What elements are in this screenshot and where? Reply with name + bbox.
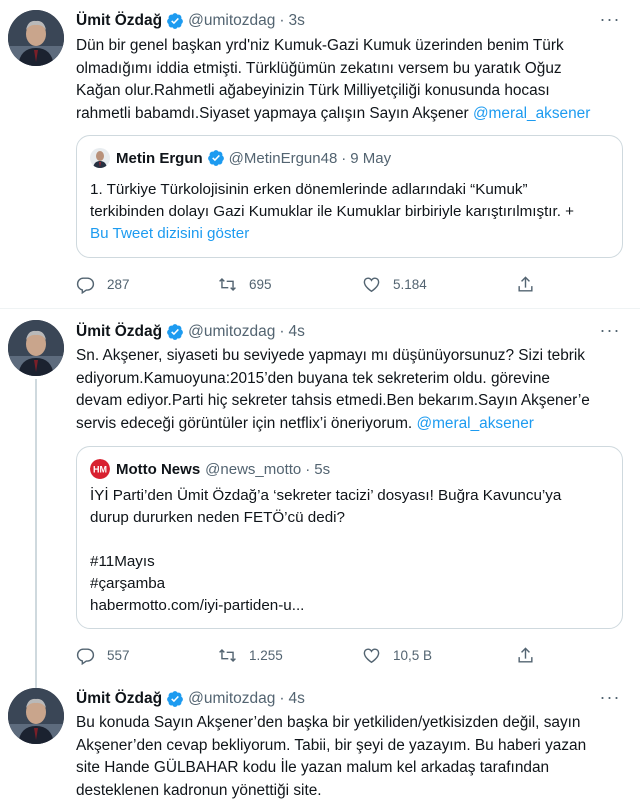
reply-icon	[76, 276, 95, 294]
avatar[interactable]	[8, 688, 64, 744]
text-line-content: servis edeceği görüntüler için netflix’i…	[76, 414, 417, 432]
retweet-button[interactable]: 1.255	[218, 643, 283, 667]
retweet-button[interactable]: 695	[218, 272, 272, 296]
author-handle[interactable]: @umitozdag	[188, 323, 275, 341]
avatar[interactable]	[8, 10, 64, 66]
like-count: 10,5 B	[393, 647, 433, 663]
reply-button[interactable]: 557	[76, 643, 130, 667]
quoted-tweet[interactable]: Metin Ergun @MetinErgun48 · 9 May 1. Tür…	[76, 135, 623, 258]
share-icon	[518, 646, 533, 663]
like-button[interactable]: 10,5 B	[362, 643, 432, 667]
avatar[interactable]	[8, 320, 64, 376]
verified-badge-icon	[166, 690, 184, 708]
retweet-count: 695	[249, 276, 272, 292]
tweet[interactable]: Ümit Özdağ @umitozdag · 4s ··· Sn. Akşen…	[0, 309, 640, 689]
quoted-author-handle: @MetinErgun48	[228, 149, 338, 167]
author-handle[interactable]: @umitozdag	[188, 12, 275, 30]
separator-dot: ·	[305, 460, 311, 478]
author-name[interactable]: Ümit Özdağ	[76, 12, 162, 30]
tweet-header: Ümit Özdağ @umitozdag · 4s	[76, 321, 305, 343]
text-line-empty	[90, 529, 610, 551]
text-line-content: rahmetli babamdı.Siyaset yapmaya çalışın…	[76, 104, 473, 122]
hashtag: #11Mayıs	[90, 553, 155, 570]
article-url: habermotto.com/iyi-partiden-u...	[90, 597, 305, 614]
like-count: 5.184	[393, 276, 427, 292]
svg-text:HM: HM	[93, 465, 107, 475]
text-line: Akşener’den cevap bekliyorum. Tabii, bir…	[76, 736, 587, 754]
tweet[interactable]: Ümit Özdağ @umitozdag · 3s ··· Dün bir g…	[0, 0, 640, 308]
like-button[interactable]: 5.184	[362, 272, 427, 296]
quoted-tweet-header: HM Motto News @news_motto · 5s	[90, 459, 330, 479]
more-dots-icon[interactable]: ···	[598, 10, 622, 34]
tweet-text: Sn. Akşener, siyaseti bu seviyede yapmay…	[76, 345, 616, 435]
quoted-author-name: Metin Ergun	[116, 149, 203, 167]
text-line: ediyorum.Kamuoyuna:2015’den buyana tek s…	[76, 369, 550, 387]
more-dots-icon[interactable]: ···	[598, 688, 622, 712]
tweet-header: Ümit Özdağ @umitozdag · 4s	[76, 688, 305, 710]
author-name[interactable]: Ümit Özdağ	[76, 323, 162, 341]
verified-badge-icon	[166, 323, 184, 341]
quoted-tweet-header: Metin Ergun @MetinErgun48 · 9 May	[90, 148, 391, 168]
share-button[interactable]	[516, 272, 547, 296]
heart-icon	[363, 276, 380, 292]
text-line: durup dururken neden FETÖ’cü dedi?	[90, 509, 345, 526]
share-icon	[518, 275, 533, 292]
tweet-text: Dün bir genel başkan yrd'niz Kumuk-Gazi …	[76, 35, 616, 125]
quoted-tweet-text: İYİ Parti’den Ümit Özdağ’a ‘sekreter tac…	[90, 485, 610, 617]
quoted-tweet[interactable]: HM Motto News @news_motto · 5s İYİ Parti…	[76, 446, 623, 629]
text-line: rahmetli babamdı.Siyaset yapmaya çalışın…	[76, 103, 616, 126]
quoted-tweet-text: 1. Türkiye Türkolojisinin erken dönemler…	[90, 179, 610, 245]
retweet-icon	[219, 648, 236, 662]
more-dots-icon[interactable]: ···	[598, 321, 622, 345]
tweet[interactable]: Ümit Özdağ @umitozdag · 4s ··· Bu konuda…	[0, 680, 640, 802]
timestamp[interactable]: 3s	[289, 12, 305, 30]
quoted-avatar: HM	[90, 459, 110, 479]
separator-dot: ·	[279, 690, 285, 707]
reply-button[interactable]: 287	[76, 272, 130, 296]
text-line: olmadığımı iddia etmişti. Türklüğümün ze…	[76, 59, 562, 77]
text-line: devam ediyor.Parti hiç sekreter tahsis e…	[76, 392, 590, 409]
separator-dot: ·	[279, 12, 285, 29]
show-thread-link[interactable]: Bu Tweet dizisini göster	[90, 223, 610, 245]
author-handle[interactable]: @umitozdag	[188, 690, 275, 708]
thread-line	[35, 379, 37, 689]
separator-dot: ·	[279, 323, 285, 340]
share-button[interactable]	[516, 643, 547, 667]
author-name[interactable]: Ümit Özdağ	[76, 690, 162, 708]
quoted-timestamp: 5s	[314, 460, 331, 478]
reply-count: 287	[107, 276, 130, 292]
text-line: Kağan olur.Rahmetli ağabeyinizin Türk Mi…	[76, 82, 550, 99]
hashtag: #çarşamba	[90, 575, 166, 592]
reply-icon	[76, 647, 95, 665]
heart-icon	[363, 647, 380, 663]
separator-dot: ·	[341, 149, 347, 167]
text-line: servis edeceği görüntüler için netflix’i…	[76, 413, 616, 436]
quoted-author-handle: @news_motto	[205, 460, 302, 478]
verified-badge-icon	[207, 149, 225, 167]
text-line: İYİ Parti’den Ümit Özdağ’a ‘sekreter tac…	[90, 487, 562, 504]
timestamp[interactable]: 4s	[289, 690, 305, 708]
text-line: terkibinden dolayı Gazi Kumuklar ile Kum…	[90, 203, 575, 220]
tweet-actions: 557 1.255 10,5 B	[76, 643, 596, 667]
tweet-actions: 287 695 5.184	[76, 272, 596, 296]
text-line: desteklenen kadronun yönettiği site.	[76, 781, 322, 799]
quoted-avatar	[90, 148, 110, 168]
text-line: Dün bir genel başkan yrd'niz Kumuk-Gazi …	[76, 37, 564, 54]
reply-count: 557	[107, 647, 130, 663]
text-line: 1. Türkiye Türkolojisinin erken dönemler…	[90, 181, 528, 198]
text-line: Sn. Akşener, siyaseti bu seviyede yapmay…	[76, 347, 586, 364]
retweet-count: 1.255	[249, 647, 283, 663]
retweet-icon	[219, 277, 236, 291]
tweet-header: Ümit Özdağ @umitozdag · 3s	[76, 10, 305, 32]
mention-link[interactable]: @meral_aksener	[473, 105, 590, 122]
verified-badge-icon	[166, 12, 184, 30]
tweet-text: Bu konuda Sayın Akşener’den başka bir ye…	[76, 712, 616, 802]
text-line: site Hande GÜLBAHAR kodu İle yazan malum…	[76, 759, 550, 776]
timestamp[interactable]: 4s	[289, 323, 305, 341]
text-line: Bu konuda Sayın Akşener’den başka bir ye…	[76, 714, 581, 731]
mention-link[interactable]: @meral_aksener	[416, 415, 533, 432]
quoted-timestamp: 9 May	[350, 149, 392, 167]
quoted-author-name: Motto News	[116, 460, 201, 478]
